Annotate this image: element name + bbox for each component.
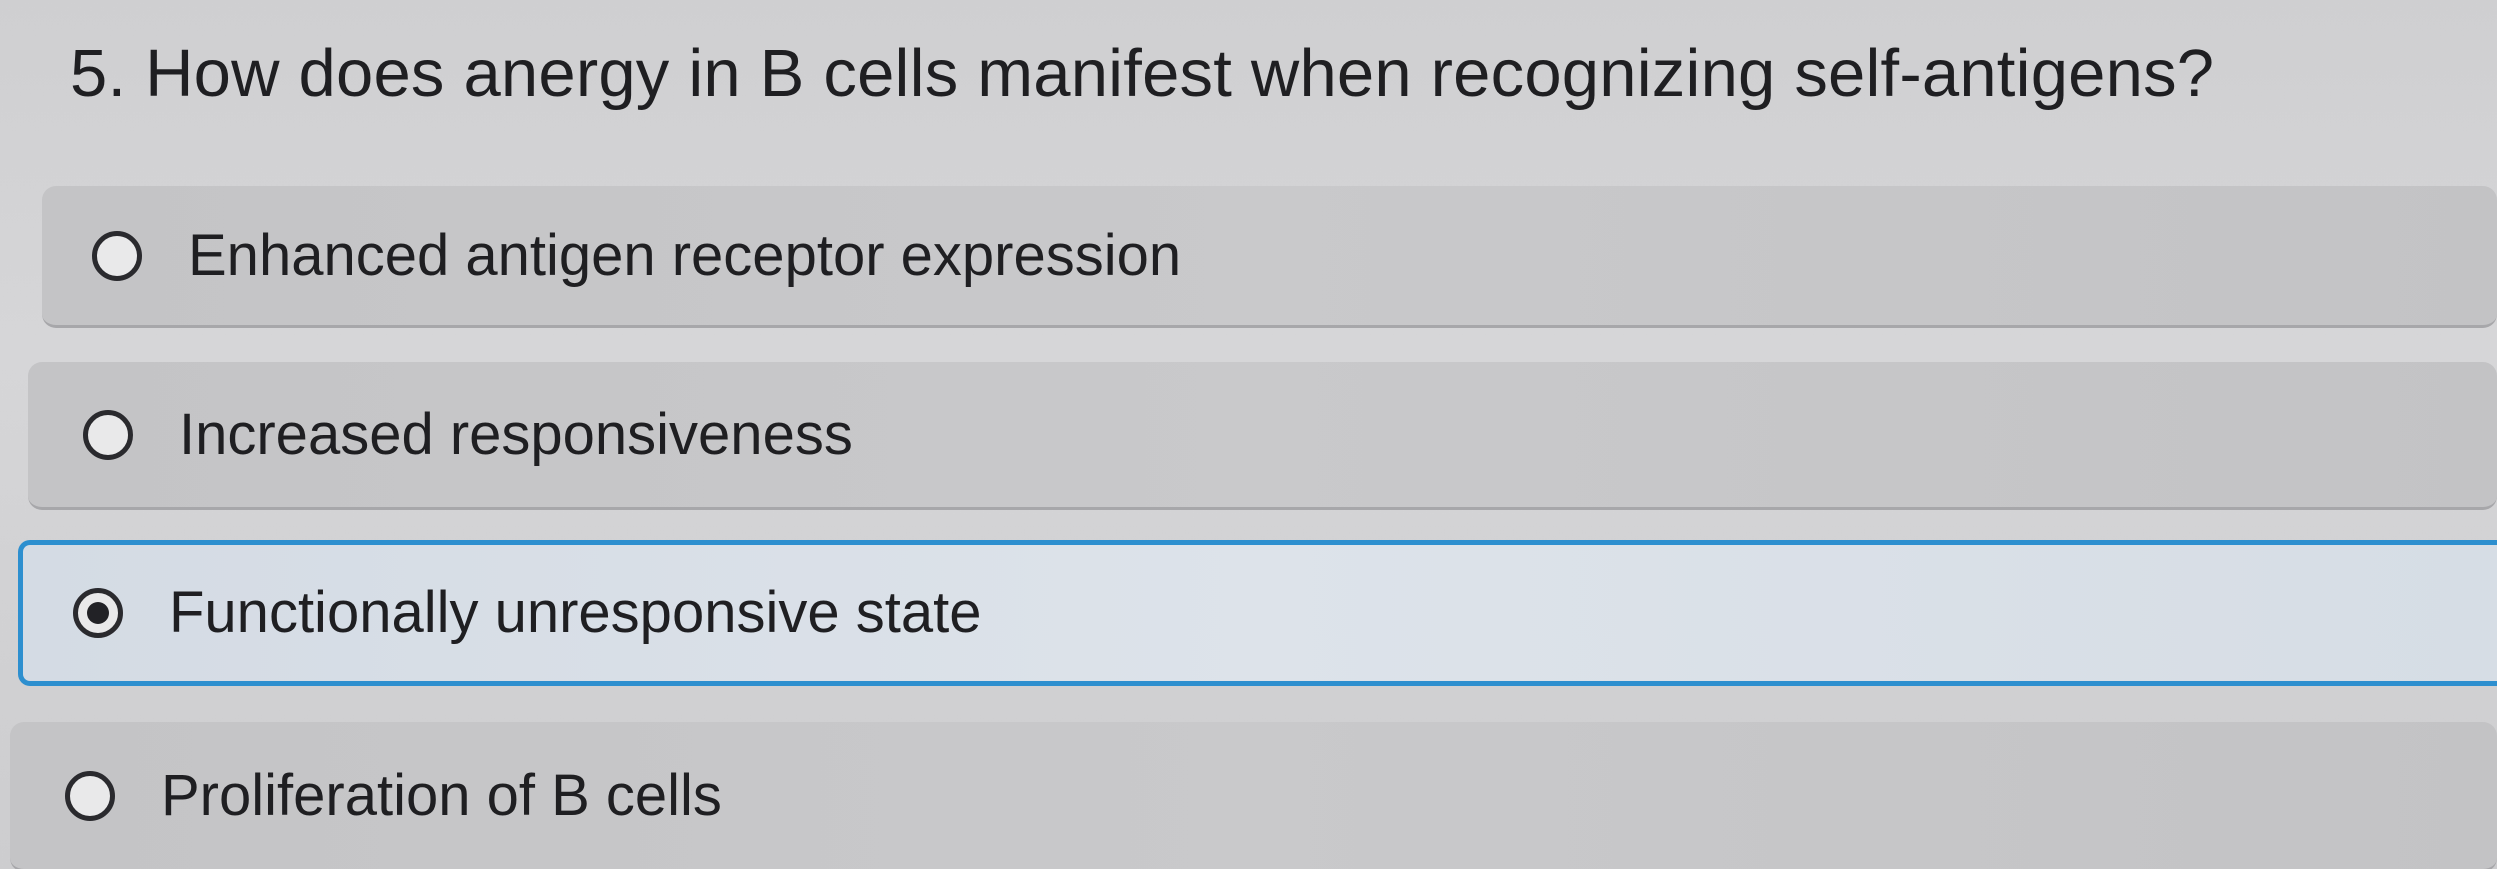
question-text: 5. How does anergy in B cells manifest w… — [70, 36, 2215, 111]
answer-option-2[interactable]: Increased responsiveness — [28, 362, 2497, 510]
radio-checked-icon[interactable] — [73, 588, 123, 638]
radio-dot — [87, 602, 109, 624]
answer-option-label: Enhanced antigen receptor expression — [188, 222, 1182, 288]
answer-option-3[interactable]: Functionally unresponsive state — [18, 540, 2497, 686]
answer-option-label: Functionally unresponsive state — [169, 580, 982, 645]
radio-unchecked-icon[interactable] — [92, 230, 142, 281]
radio-unchecked-icon[interactable] — [65, 770, 115, 821]
answer-option-1[interactable]: Enhanced antigen receptor expression — [42, 186, 2497, 328]
answer-option-label: Proliferation of B cells — [161, 762, 722, 828]
radio-unchecked-icon[interactable] — [83, 409, 133, 460]
answer-option-label: Increased responsiveness — [179, 401, 853, 467]
answer-option-4[interactable]: Proliferation of B cells — [10, 722, 2497, 869]
